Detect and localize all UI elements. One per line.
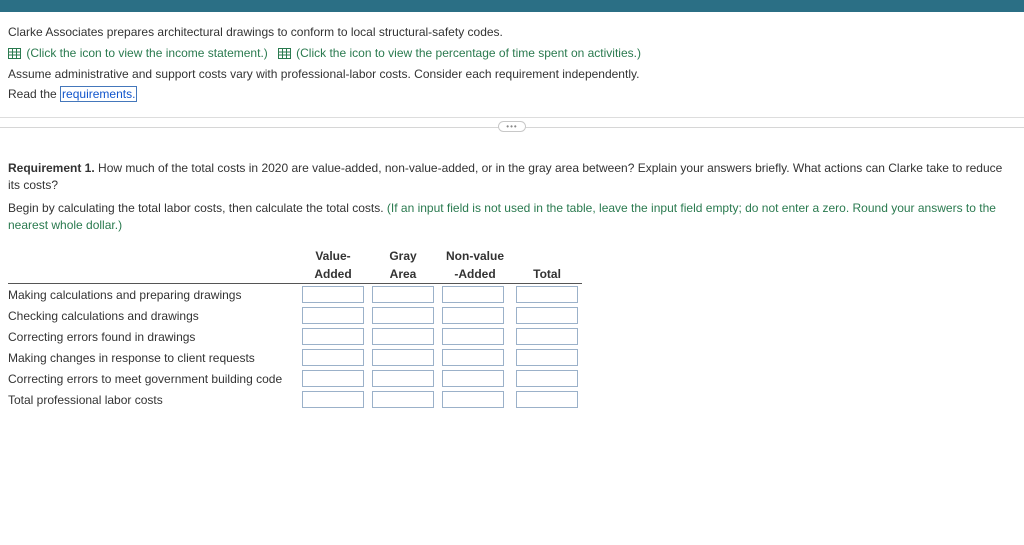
table-row: Checking calculations and drawings	[8, 305, 582, 326]
requirement-text: How much of the total costs in 2020 are …	[8, 161, 1002, 192]
amount-input[interactable]	[372, 349, 434, 366]
amount-input[interactable]	[442, 391, 504, 408]
col-header-non-value-2: -Added	[438, 265, 512, 284]
table-row: Correcting errors to meet government bui…	[8, 368, 582, 389]
amount-input[interactable]	[516, 328, 578, 345]
col-header-gray-area-1: Gray	[368, 247, 438, 265]
amount-input[interactable]	[302, 391, 364, 408]
read-prefix: Read the	[8, 87, 60, 101]
requirement-number: Requirement 1.	[8, 161, 95, 175]
amount-input[interactable]	[302, 370, 364, 387]
labor-cost-table: Value- Gray Non-value Added Area -Added …	[8, 247, 582, 410]
amount-input[interactable]	[372, 307, 434, 324]
row-label: Making calculations and preparing drawin…	[8, 284, 298, 306]
col-header-non-value-1: Non-value	[438, 247, 512, 265]
income-statement-link[interactable]: (Click the icon to view the income state…	[8, 46, 271, 60]
col-header-total-2: Total	[512, 265, 582, 284]
percentage-time-link[interactable]: (Click the icon to view the percentage o…	[278, 46, 641, 60]
row-label: Correcting errors found in drawings	[8, 326, 298, 347]
amount-input[interactable]	[442, 370, 504, 387]
row-label: Checking calculations and drawings	[8, 305, 298, 326]
amount-input[interactable]	[516, 370, 578, 387]
begin-text: Begin by calculating the total labor cos…	[8, 201, 387, 215]
amount-input[interactable]	[302, 328, 364, 345]
row-label: Correcting errors to meet government bui…	[8, 368, 298, 389]
table-row: Making changes in response to client req…	[8, 347, 582, 368]
col-header-total-1	[512, 247, 582, 265]
app-top-bar	[0, 0, 1024, 12]
amount-input[interactable]	[372, 391, 434, 408]
amount-input[interactable]	[372, 370, 434, 387]
row-label: Making changes in response to client req…	[8, 347, 298, 368]
table-row: Total professional labor costs	[8, 389, 582, 410]
requirement-title: Requirement 1. How much of the total cos…	[8, 160, 1016, 194]
amount-input[interactable]	[442, 349, 504, 366]
income-statement-link-text: (Click the icon to view the income state…	[26, 46, 267, 60]
amount-input[interactable]	[516, 286, 578, 303]
amount-input[interactable]	[442, 286, 504, 303]
problem-intro-panel: Clarke Associates prepares architectural…	[0, 12, 1024, 118]
amount-input[interactable]	[516, 391, 578, 408]
col-header-value-added-1: Value-	[298, 247, 368, 265]
table-row: Making calculations and preparing drawin…	[8, 284, 582, 306]
table-row: Correcting errors found in drawings	[8, 326, 582, 347]
expand-pill[interactable]: •••	[498, 121, 526, 132]
table-icon	[8, 48, 21, 59]
percentage-time-link-text: (Click the icon to view the percentage o…	[296, 46, 641, 60]
table-icon	[278, 48, 291, 59]
requirement-instruction: Begin by calculating the total labor cos…	[8, 200, 1016, 234]
amount-input[interactable]	[302, 307, 364, 324]
amount-input[interactable]	[372, 286, 434, 303]
intro-line-1: Clarke Associates prepares architectural…	[8, 24, 1016, 41]
amount-input[interactable]	[516, 349, 578, 366]
amount-input[interactable]	[372, 328, 434, 345]
amount-input[interactable]	[516, 307, 578, 324]
amount-input[interactable]	[442, 328, 504, 345]
amount-input[interactable]	[302, 349, 364, 366]
requirements-link[interactable]: requirements.	[60, 86, 137, 102]
intro-line-2: Assume administrative and support costs …	[8, 66, 1016, 83]
amount-input[interactable]	[442, 307, 504, 324]
row-label: Total professional labor costs	[8, 389, 298, 410]
col-header-value-added-2: Added	[298, 265, 368, 284]
col-header-gray-area-2: Area	[368, 265, 438, 284]
amount-input[interactable]	[302, 286, 364, 303]
panel-divider: •••	[0, 118, 1024, 136]
read-requirements-line: Read the requirements.	[8, 86, 1016, 103]
requirement-section: Requirement 1. How much of the total cos…	[0, 136, 1024, 418]
